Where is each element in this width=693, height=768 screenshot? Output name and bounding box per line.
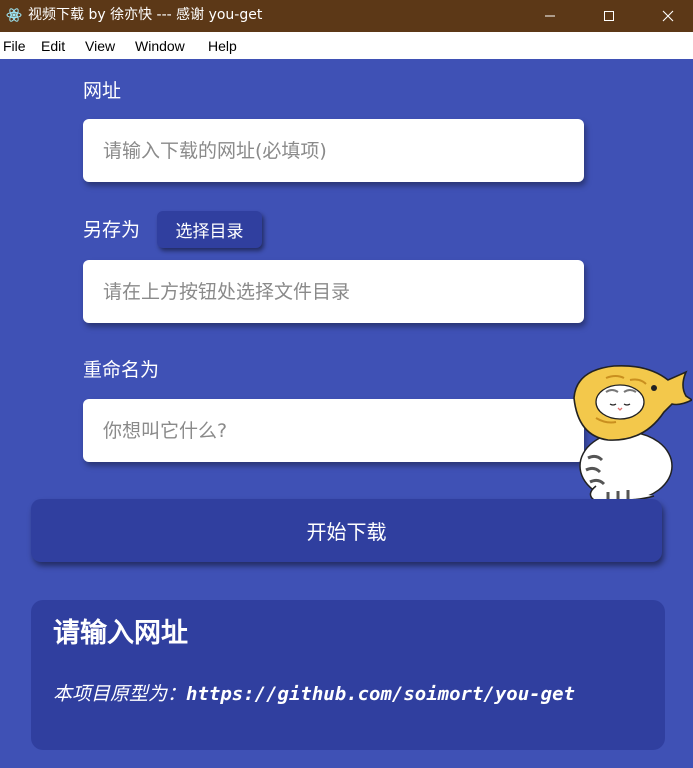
menu-bar: File Edit View Window Help [0,32,693,59]
menu-file[interactable]: File [3,38,26,54]
maximize-button[interactable] [580,0,638,32]
url-input[interactable] [83,119,584,182]
maximize-icon [604,11,614,21]
menu-help[interactable]: Help [208,38,237,54]
rename-input[interactable] [83,399,584,462]
menu-view[interactable]: View [85,38,115,54]
start-download-button[interactable]: 开始下载 [31,499,662,562]
menu-window[interactable]: Window [135,38,185,54]
window-title: 视频下载 by 徐亦快 --- 感谢 you-get [28,7,263,23]
info-text: 本项目原型为：https://github.com/soimort/you-ge… [53,682,575,706]
cat-mascot-image [573,364,692,502]
rename-label: 重命名为 [83,359,160,381]
save-path-input[interactable] [83,260,584,323]
menu-edit[interactable]: Edit [41,38,65,54]
close-icon [662,10,674,22]
minimize-button[interactable] [521,0,579,32]
url-label: 网址 [83,80,122,102]
info-title: 请输入网址 [53,618,188,649]
electron-icon [6,8,22,22]
choose-directory-button[interactable]: 选择目录 [157,211,262,248]
info-prefix: 本项目原型为： [53,683,187,705]
project-link[interactable]: https://github.com/soimort/you-get [186,683,575,705]
minimize-icon [545,15,555,17]
title-bar: 视频下载 by 徐亦快 --- 感谢 you-get [0,0,693,32]
save-as-label: 另存为 [83,219,141,241]
info-panel: 请输入网址 本项目原型为：https://github.com/soimort/… [31,600,665,750]
close-button[interactable] [639,0,693,32]
